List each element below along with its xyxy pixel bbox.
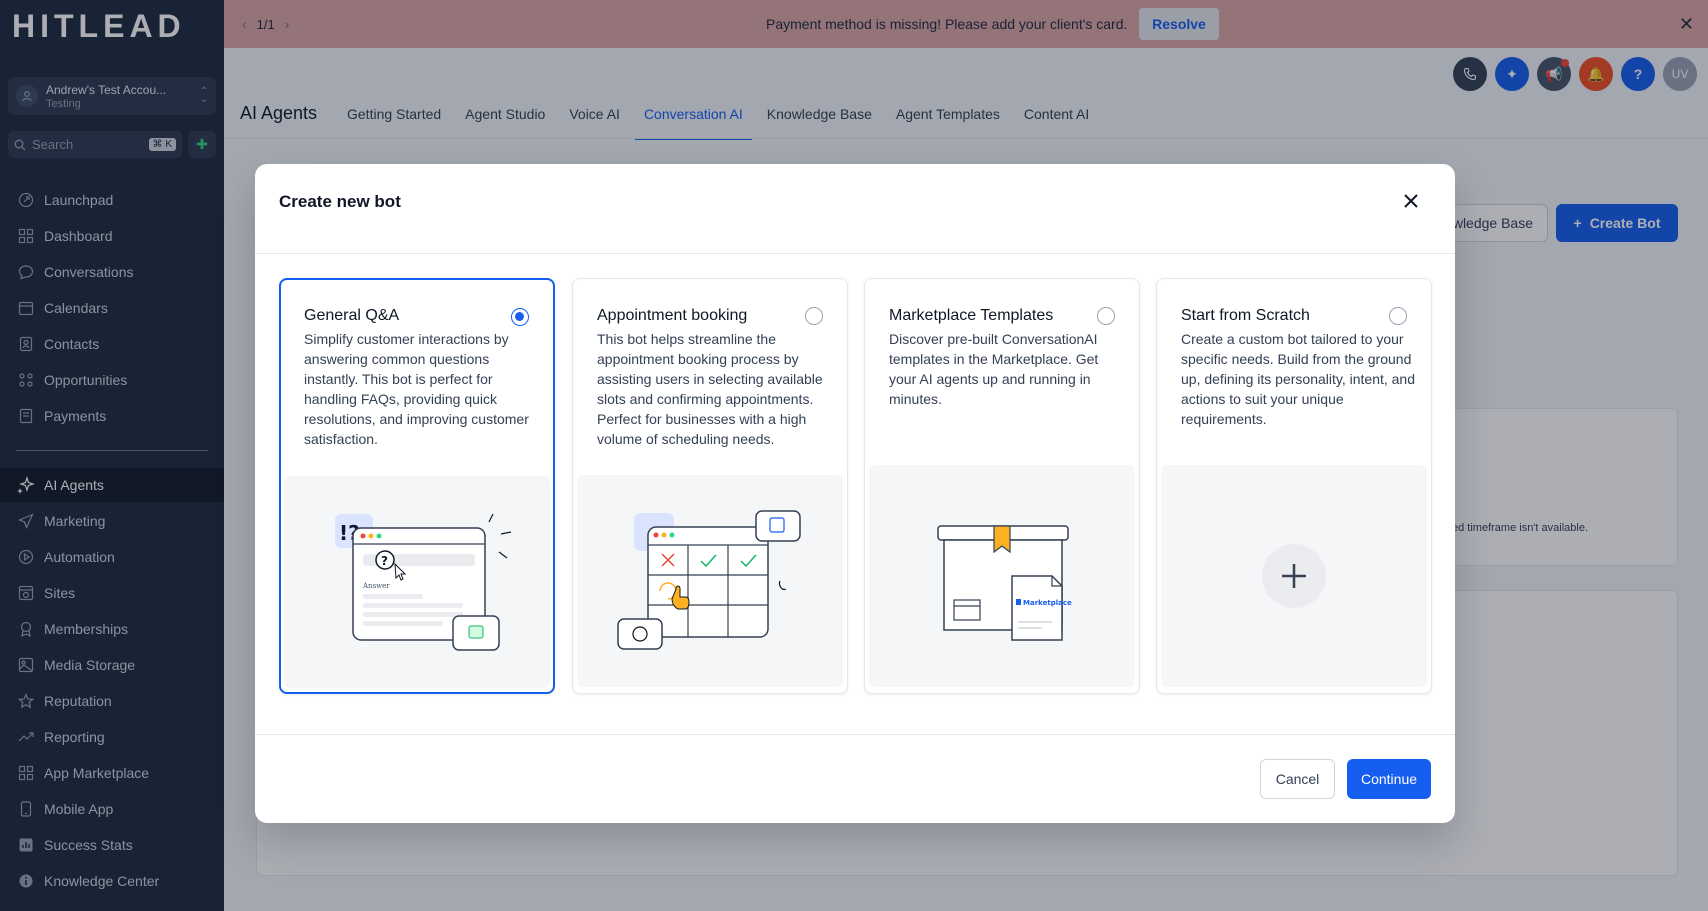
card-description: Simplify customer interactions by answer… [304,331,529,447]
create-bot-modal: Create new bot General Q&A Simplify cust… [255,164,1455,823]
modal-title: Create new bot [279,192,401,211]
continue-button[interactable]: Continue [1347,759,1431,799]
card-description: This bot helps streamline the appointmen… [597,331,823,447]
card-start-from-scratch[interactable]: Start from Scratch Create a custom bot t… [1156,278,1432,694]
modal-divider [255,253,1455,254]
marketplace-illustration: Marketplace [869,465,1135,687]
card-description: Create a custom bot tailored to your spe… [1181,331,1416,427]
radio-appointment-booking[interactable] [805,307,823,325]
card-title: Start from Scratch [1181,307,1310,324]
card-marketplace-templates[interactable]: Marketplace Templates Discover pre-built… [864,278,1140,694]
radio-marketplace-templates[interactable] [1097,307,1115,325]
card-title: General Q&A [304,307,400,324]
card-title: Appointment booking [597,307,748,324]
modal-footer-divider [255,734,1455,735]
svg-text:Marketplace: Marketplace [1023,599,1072,607]
card-description: Discover pre-built ConversationAI templa… [889,331,1099,407]
calendar-illustration [577,475,843,687]
card-title: Marketplace Templates [889,307,1054,324]
qa-illustration: !? ? Answer [284,476,550,688]
card-appointment-booking[interactable]: Appointment booking This bot helps strea… [572,278,848,694]
radio-start-from-scratch[interactable] [1389,307,1407,325]
scratch-illustration [1161,465,1427,687]
svg-text:?: ? [381,554,388,568]
cancel-button[interactable]: Cancel [1260,759,1335,799]
card-general-qa[interactable]: General Q&A Simplify customer interactio… [279,278,555,694]
plus-icon [1262,544,1326,608]
radio-general-qa[interactable] [511,308,529,326]
svg-text:Answer: Answer [362,582,390,590]
close-icon[interactable] [1399,189,1423,213]
